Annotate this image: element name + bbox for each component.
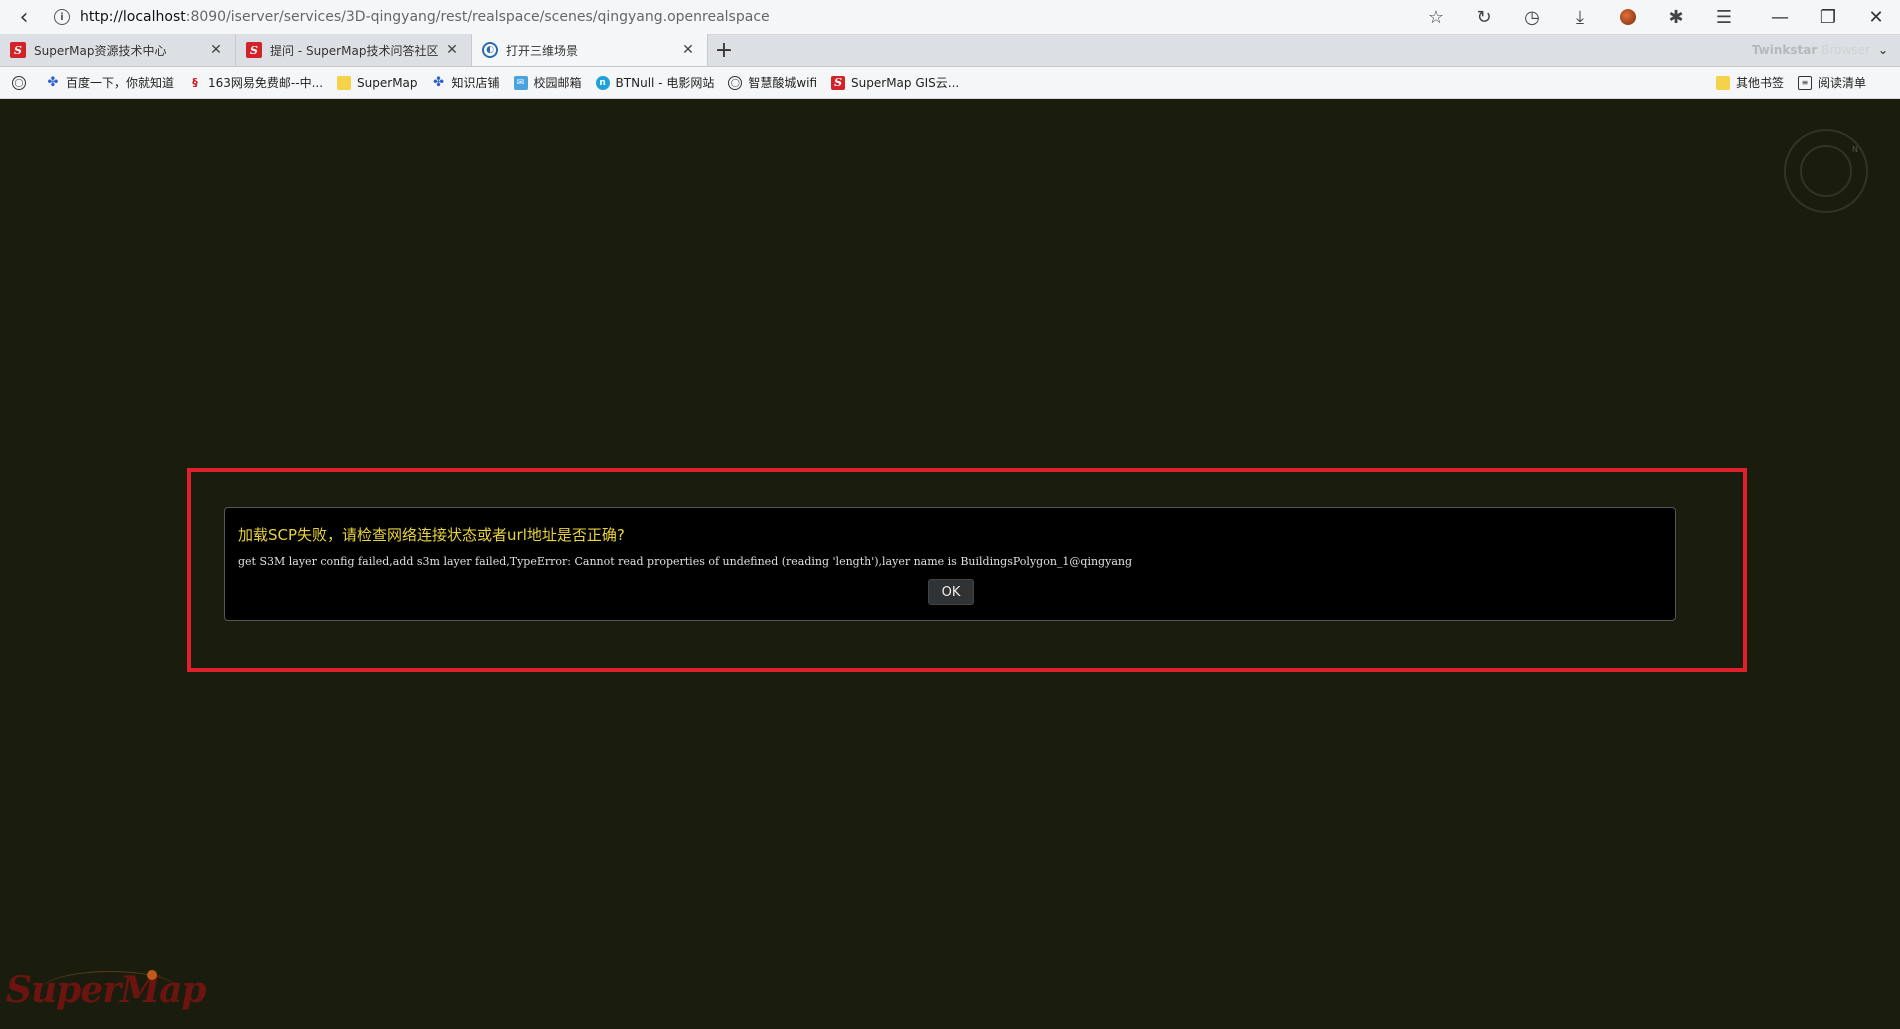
- info-icon[interactable]: i: [54, 9, 70, 25]
- url-host: http://localhost: [80, 9, 186, 25]
- ok-button[interactable]: OK: [928, 579, 974, 605]
- bookmark-label: SuperMap: [357, 75, 418, 90]
- chevron-down-icon[interactable]: ⌄: [1878, 43, 1888, 57]
- back-arrow-icon[interactable]: ‹: [0, 0, 48, 35]
- tab-close-icon[interactable]: ✕: [443, 42, 461, 58]
- error-dialog: 加载SCP失败，请检查网络连接状态或者url地址是否正确? get S3M la…: [224, 507, 1676, 621]
- bookmark-label: SuperMap GIS云...: [851, 76, 960, 90]
- bookmark-label: 阅读清单: [1817, 76, 1866, 90]
- supermap-favicon-icon: S: [10, 42, 26, 58]
- globe-icon: ◯: [728, 75, 743, 90]
- url-field[interactable]: i http://localhost:8090/iserver/services…: [48, 0, 1412, 35]
- avatar-icon[interactable]: [1604, 0, 1652, 35]
- tab-title: 打开三维场景: [506, 43, 579, 58]
- baidu-paw-icon: ✤: [433, 75, 444, 90]
- 163-icon: §: [192, 76, 198, 89]
- url-path: :8090/iserver/services/3D-qingyang/rest/…: [185, 9, 770, 25]
- reading-list-button[interactable]: ≡ 阅读清单: [1797, 74, 1866, 91]
- star-icon[interactable]: ☆: [1412, 0, 1460, 35]
- bookmark-label: 校园邮箱: [533, 76, 582, 90]
- window-controls: — ❐ ✕: [1756, 0, 1900, 35]
- logo-dot: [147, 970, 157, 980]
- bookmark-label: 知识店铺: [451, 76, 500, 90]
- bookmark-supermap-gis-cloud[interactable]: S SuperMap GIS云...: [831, 74, 959, 91]
- download-icon[interactable]: ⤓: [1556, 0, 1604, 35]
- bookmark-label: 智慧酸城wifi: [748, 76, 818, 90]
- address-bar-row: ‹ i http://localhost:8090/iserver/servic…: [0, 0, 1900, 35]
- close-window-button[interactable]: ✕: [1852, 0, 1900, 35]
- reading-list-icon: ≡: [1797, 75, 1812, 90]
- bookmark-163-mail[interactable]: § 163网易免费邮--中...: [188, 74, 323, 91]
- tab-close-icon[interactable]: ✕: [207, 42, 225, 58]
- browser-brand[interactable]: Twinkstar Browser ⌄: [1752, 34, 1900, 66]
- extensions-icon[interactable]: ✱: [1652, 0, 1700, 35]
- globe-icon: ◯: [12, 75, 26, 90]
- bookmark-globe[interactable]: ◯: [12, 75, 32, 90]
- supermap-logo: SuperMap: [6, 969, 207, 1011]
- compass-widget[interactable]: N: [1784, 129, 1868, 213]
- dialog-title: 加载SCP失败，请检查网络连接状态或者url地址是否正确?: [238, 526, 625, 544]
- folder-icon: [337, 75, 352, 90]
- btnull-icon: n: [595, 75, 610, 90]
- mail-icon: ✉: [513, 75, 528, 90]
- new-tab-button[interactable]: +: [708, 34, 740, 66]
- tab-close-icon[interactable]: ✕: [679, 42, 697, 58]
- toolbar-icons: ☆ ↻ ◷ ⤓ ✱ ☰: [1412, 0, 1748, 35]
- history-icon[interactable]: ◷: [1508, 0, 1556, 35]
- bookmarks-right: 其他书签 ≡ 阅读清单: [1715, 74, 1900, 91]
- tab-supermap-qa[interactable]: S 提问 - SuperMap技术问答社区 ✕: [236, 34, 472, 66]
- brand-name: Twinkstar: [1751, 43, 1818, 57]
- bookmark-baidu[interactable]: ✤ 百度一下，你就知道: [46, 74, 174, 91]
- folder-icon: [1715, 75, 1730, 90]
- minimize-button[interactable]: —: [1756, 0, 1804, 35]
- tab-strip: S SuperMap资源技术中心 ✕ S 提问 - SuperMap技术问答社区…: [0, 34, 1900, 67]
- tab-supermap-resources[interactable]: S SuperMap资源技术中心 ✕: [0, 34, 236, 66]
- bookmark-campus-mail[interactable]: ✉ 校园邮箱: [513, 74, 582, 91]
- bookmark-btnull[interactable]: n BTNull - 电影网站: [595, 74, 715, 91]
- tab-title: SuperMap资源技术中心: [34, 43, 167, 58]
- 3d-scene-canvas[interactable]: N 加载SCP失败，请检查网络连接状态或者url地址是否正确? get S3M …: [0, 99, 1900, 1029]
- bookmark-other[interactable]: 其他书签: [1715, 74, 1784, 91]
- iserver-favicon-icon: ◐: [482, 42, 498, 58]
- menu-icon[interactable]: ☰: [1700, 0, 1748, 35]
- bookmark-label: 其他书签: [1735, 76, 1784, 90]
- compass-ring[interactable]: [1800, 145, 1852, 197]
- bookmarks-bar: ◯ ✤ 百度一下，你就知道 § 163网易免费邮--中... SuperMap ✤ 知…: [0, 67, 1900, 99]
- refresh-icon[interactable]: ↻: [1460, 0, 1508, 35]
- brand-suffix: Browser: [1821, 43, 1870, 57]
- supermap-favicon-icon: S: [246, 42, 262, 58]
- bookmark-supermap-folder[interactable]: SuperMap: [337, 75, 418, 90]
- dialog-message: get S3M layer config failed,add s3m laye…: [238, 555, 1132, 568]
- bookmark-smart-wifi[interactable]: ◯ 智慧酸城wifi: [728, 74, 817, 91]
- bookmark-label: 163网易免费邮--中...: [208, 76, 324, 90]
- bookmark-label: BTNull - 电影网站: [615, 76, 715, 90]
- baidu-paw-icon: ✤: [47, 75, 59, 90]
- bookmark-knowledge-shop[interactable]: ✤ 知识店铺: [432, 74, 500, 91]
- compass-north-label: N: [1852, 145, 1858, 154]
- supermap-favicon-icon: S: [831, 75, 846, 90]
- tab-open-3d-scene[interactable]: ◐ 打开三维场景 ✕: [472, 34, 708, 66]
- bookmark-label: 百度一下，你就知道: [66, 76, 175, 90]
- tab-title: 提问 - SuperMap技术问答社区: [270, 43, 439, 58]
- restore-button[interactable]: ❐: [1804, 0, 1852, 35]
